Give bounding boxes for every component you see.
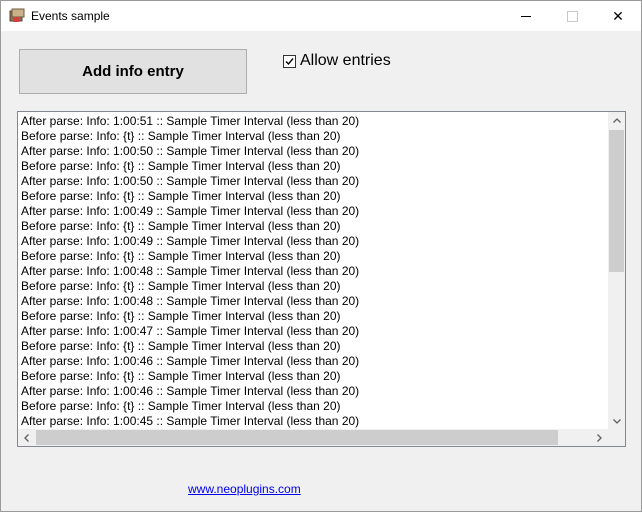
close-icon: ✕ [612,7,624,24]
checkbox-box[interactable] [283,54,296,68]
list-item[interactable]: After parse: Info: 1:00:49 :: Sample Tim… [21,234,607,249]
add-info-entry-button[interactable]: Add info entry [19,49,247,94]
app-icon [9,8,25,24]
scrollbar-corner [608,429,625,446]
list-item[interactable]: Before parse: Info: {t} :: Sample Timer … [21,369,607,384]
log-rows: After parse: Info: 1:00:51 :: Sample Tim… [21,114,607,429]
events-listbox[interactable]: After parse: Info: 1:00:51 :: Sample Tim… [17,111,626,447]
list-item[interactable]: Before parse: Info: {t} :: Sample Timer … [21,189,607,204]
arrow-down-icon[interactable] [608,413,625,430]
list-item[interactable]: After parse: Info: 1:00:48 :: Sample Tim… [21,294,607,309]
allow-entries-label: Allow entries [300,52,391,69]
list-item[interactable]: Before parse: Info: {t} :: Sample Timer … [21,219,607,234]
list-item[interactable]: After parse: Info: 1:00:50 :: Sample Tim… [21,144,607,159]
title-bar[interactable]: Events sample ✕ [1,1,641,31]
vertical-scrollbar[interactable] [608,112,625,430]
list-item[interactable]: After parse: Info: 1:00:45 :: Sample Tim… [21,414,607,429]
list-item[interactable]: After parse: Info: 1:00:50 :: Sample Tim… [21,174,607,189]
list-item[interactable]: Before parse: Info: {t} :: Sample Timer … [21,399,607,414]
list-item[interactable]: Before parse: Info: {t} :: Sample Timer … [21,279,607,294]
allow-entries-checkbox[interactable]: Allow entries [283,52,391,70]
horizontal-scrollbar[interactable] [18,429,608,446]
checkmark-icon [285,57,294,65]
arrow-up-icon[interactable] [608,112,625,129]
list-item[interactable]: Before parse: Info: {t} :: Sample Timer … [21,309,607,324]
list-item[interactable]: After parse: Info: 1:00:49 :: Sample Tim… [21,204,607,219]
list-item[interactable]: Before parse: Info: {t} :: Sample Timer … [21,129,607,144]
list-item[interactable]: After parse: Info: 1:00:51 :: Sample Tim… [21,114,607,129]
neoplugins-link[interactable]: www.neoplugins.com [188,482,301,496]
maximize-button[interactable] [549,1,595,31]
list-item[interactable]: After parse: Info: 1:00:46 :: Sample Tim… [21,354,607,369]
list-item[interactable]: Before parse: Info: {t} :: Sample Timer … [21,339,607,354]
minimize-button[interactable] [503,1,549,31]
arrow-left-icon[interactable] [18,429,35,446]
list-item[interactable]: After parse: Info: 1:00:48 :: Sample Tim… [21,264,607,279]
maximize-icon [566,10,578,22]
list-item[interactable]: Before parse: Info: {t} :: Sample Timer … [21,159,607,174]
vertical-scroll-thumb[interactable] [609,130,624,272]
close-button[interactable]: ✕ [595,1,641,31]
horizontal-scroll-thumb[interactable] [36,430,558,445]
list-item[interactable]: Before parse: Info: {t} :: Sample Timer … [21,249,607,264]
minimize-icon [521,15,531,17]
list-item[interactable]: After parse: Info: 1:00:47 :: Sample Tim… [21,324,607,339]
window-title: Events sample [31,9,110,23]
list-item[interactable]: After parse: Info: 1:00:46 :: Sample Tim… [21,384,607,399]
main-window: Events sample ✕ Add info entry Allow ent… [0,0,642,512]
arrow-right-icon[interactable] [591,429,608,446]
